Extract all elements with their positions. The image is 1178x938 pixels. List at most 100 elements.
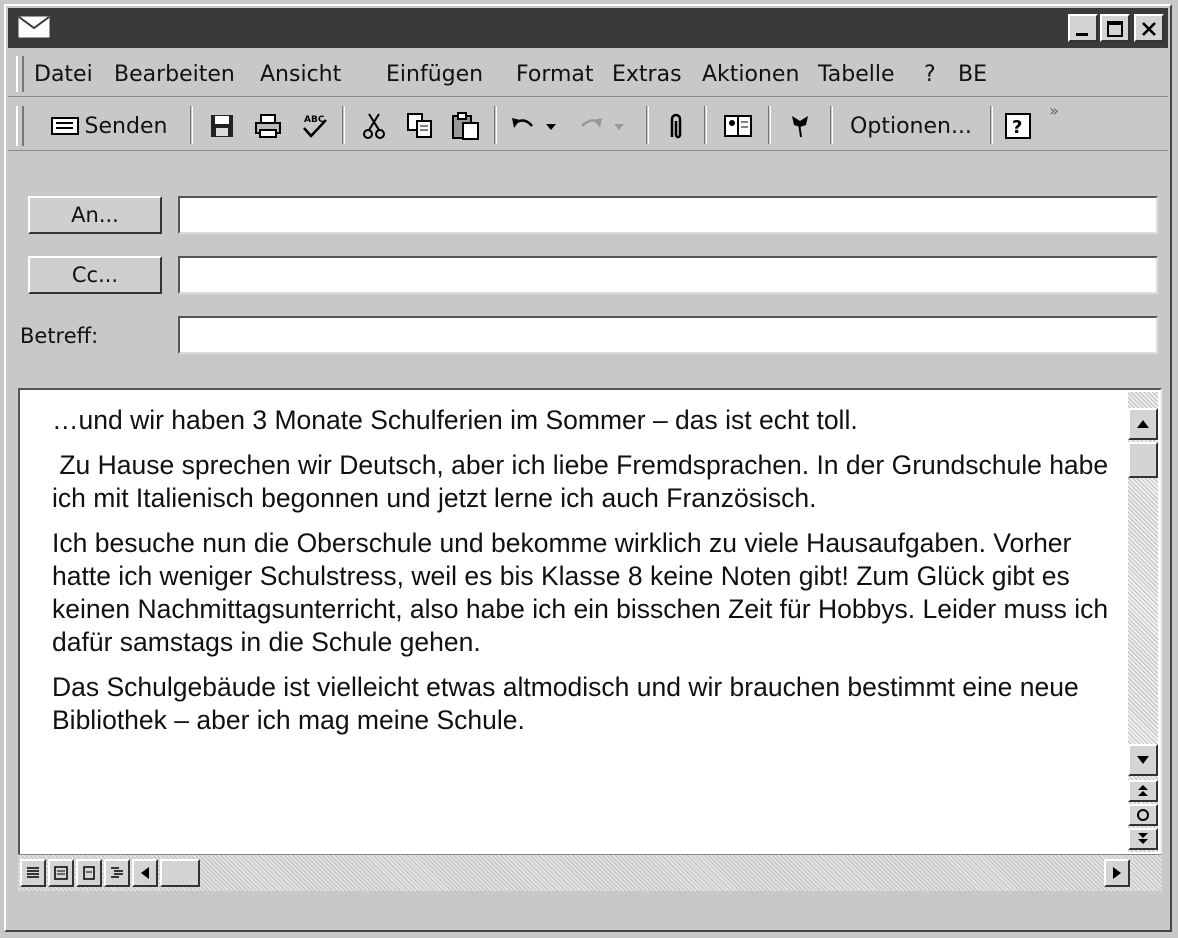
normal-view-icon: [27, 867, 39, 878]
help-icon: ?: [1005, 113, 1031, 139]
menu-ansicht[interactable]: Ansicht: [260, 62, 341, 87]
maximize-button[interactable]: [1100, 14, 1130, 42]
spellcheck-icon: ABC: [303, 115, 327, 138]
minimize-icon: [1076, 33, 1088, 36]
menu-aktionen-label: Aktionen: [702, 62, 800, 87]
select-browse-object-button[interactable]: [1128, 804, 1158, 826]
view-status-bar: [18, 854, 1162, 891]
normal-view-button[interactable]: [20, 859, 46, 887]
toolbar-separator: [646, 106, 649, 144]
menu-format[interactable]: Format: [516, 62, 594, 87]
help-button[interactable]: ?: [998, 108, 1038, 144]
print-layout-view-button[interactable]: [76, 859, 102, 887]
options-label: Optionen...: [850, 113, 972, 139]
message-text[interactable]: …und wir haben 3 Monate Schulferien im S…: [52, 404, 1132, 749]
spellcheck-button[interactable]: ABC: [294, 108, 334, 144]
save-button[interactable]: [202, 108, 242, 144]
copy-icon: [407, 113, 432, 138]
flag-icon: [792, 116, 808, 138]
paste-button[interactable]: [446, 108, 486, 144]
toolbar-overflow[interactable]: »: [1044, 100, 1064, 120]
menu-extras-label: Extras: [612, 62, 682, 87]
cc-button-label: Cc...: [71, 263, 119, 287]
body-paragraph: …und wir haben 3 Monate Schulferien im S…: [52, 405, 858, 435]
toolbar-separator: [342, 106, 345, 144]
copy-button[interactable]: [400, 108, 440, 144]
send-button[interactable]: Senden: [34, 108, 184, 144]
to-field[interactable]: [178, 196, 1158, 234]
menu-bearbeiten[interactable]: Bearbeiten: [114, 62, 235, 87]
menu-extras[interactable]: Extras: [612, 62, 682, 87]
print-icon: [255, 114, 281, 138]
menu-ansicht-label: Ansicht: [260, 62, 342, 87]
redo-icon: [581, 118, 624, 130]
outline-view-button[interactable]: [104, 859, 130, 887]
flag-button[interactable]: [780, 108, 820, 144]
svg-text:?: ?: [1012, 117, 1022, 138]
menu-be-label: BE: [958, 62, 987, 87]
outline-view-icon: [111, 867, 123, 878]
vertical-scrollbar[interactable]: [1128, 392, 1158, 852]
scroll-thumb[interactable]: [1128, 442, 1158, 478]
subject-field[interactable]: [178, 316, 1158, 354]
menu-format-label: Format: [516, 62, 594, 87]
web-layout-view-button[interactable]: [48, 859, 74, 887]
menu-einfuegen[interactable]: Einfügen: [386, 62, 483, 87]
cut-icon: [363, 113, 385, 139]
to-button[interactable]: An...: [28, 196, 162, 234]
scroll-left-button[interactable]: [132, 859, 158, 887]
toolbar-separator: [990, 106, 993, 144]
menu-help[interactable]: ?: [924, 62, 936, 87]
compose-window: Datei Bearbeiten Ansicht Einfügen Format…: [4, 4, 1172, 932]
attach-icon: [670, 113, 682, 139]
toolbar-grip[interactable]: [16, 106, 24, 146]
browse-object-icon: [1137, 809, 1149, 821]
undo-icon: [512, 118, 556, 130]
menu-bar: Datei Bearbeiten Ansicht Einfügen Format…: [8, 52, 1168, 97]
send-label: Senden: [84, 113, 168, 139]
menu-aktionen[interactable]: Aktionen: [702, 62, 799, 87]
toolbar-separator: [768, 106, 771, 144]
close-button[interactable]: [1134, 14, 1164, 42]
print-button[interactable]: [248, 108, 288, 144]
subject-label: Betreff:: [20, 324, 99, 348]
address-book-button[interactable]: [716, 108, 760, 144]
close-icon: [1142, 22, 1156, 36]
cc-button[interactable]: Cc...: [28, 256, 162, 294]
menu-einfuegen-label: Einfügen: [386, 62, 484, 87]
attach-button[interactable]: [656, 108, 696, 144]
paste-icon: [452, 112, 479, 140]
double-down-icon: [1138, 833, 1148, 844]
options-button[interactable]: Optionen...: [838, 108, 984, 144]
scroll-right-button[interactable]: [1104, 859, 1130, 887]
menu-tabelle[interactable]: Tabelle: [818, 62, 895, 87]
toolbar-separator: [704, 106, 707, 144]
envelope-icon: [18, 16, 50, 38]
menu-datei[interactable]: Datei: [34, 62, 93, 87]
menu-tabelle-label: Tabelle: [818, 62, 895, 87]
menu-grip[interactable]: [16, 56, 24, 92]
toolbar-separator: [830, 106, 833, 144]
cc-field[interactable]: [178, 256, 1158, 294]
horizontal-scroll-thumb[interactable]: [160, 859, 200, 887]
scroll-down-button[interactable]: [1128, 744, 1158, 776]
web-layout-icon: [54, 866, 68, 880]
menu-help-label: ?: [924, 62, 936, 87]
arrow-right-icon: [1113, 867, 1121, 879]
cut-button[interactable]: [354, 108, 394, 144]
menu-bearbeiten-label: Bearbeiten: [114, 62, 235, 87]
print-layout-icon: [83, 866, 95, 880]
minimize-button[interactable]: [1068, 14, 1098, 42]
message-body[interactable]: …und wir haben 3 Monate Schulferien im S…: [18, 388, 1162, 854]
title-bar[interactable]: [8, 8, 1168, 48]
menu-be[interactable]: BE: [958, 62, 987, 87]
address-book-icon: [724, 115, 752, 137]
double-up-icon: [1138, 785, 1148, 796]
next-page-button[interactable]: [1128, 828, 1158, 850]
arrow-left-icon: [141, 867, 149, 879]
scroll-up-button[interactable]: [1128, 408, 1158, 440]
maximize-icon: [1107, 21, 1123, 37]
redo-button[interactable]: [574, 108, 638, 144]
undo-button[interactable]: [506, 108, 570, 144]
previous-page-button[interactable]: [1128, 780, 1158, 802]
